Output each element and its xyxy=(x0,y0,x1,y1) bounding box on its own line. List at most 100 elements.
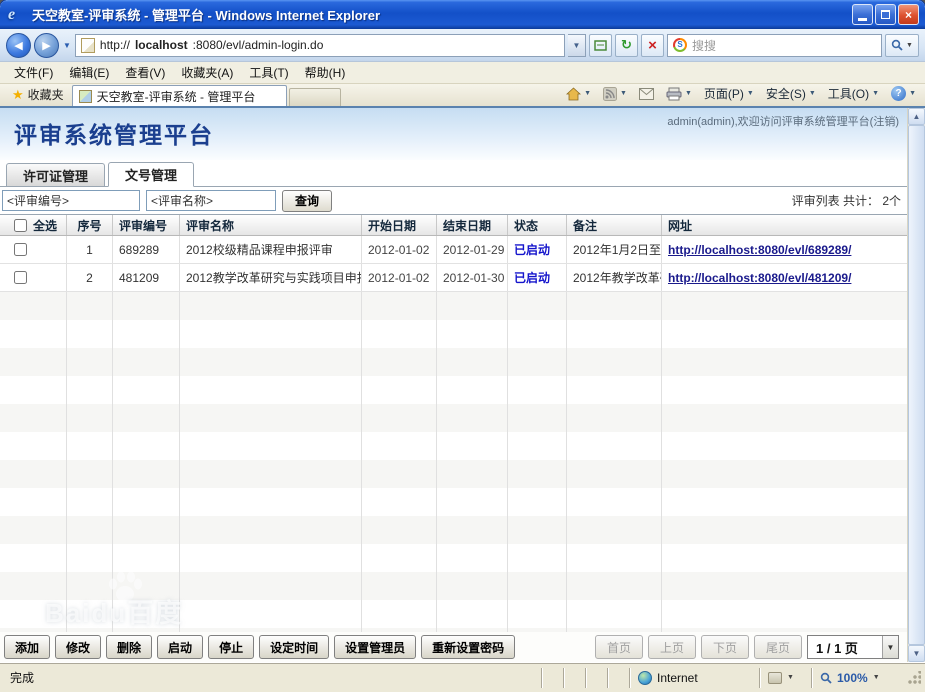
start-button[interactable]: 启动 xyxy=(157,635,203,659)
address-input[interactable]: http://localhost:8080/evl/admin-login.do xyxy=(75,34,565,57)
stop-button-action[interactable]: 停止 xyxy=(208,635,254,659)
empty-rows-area xyxy=(0,292,907,632)
feeds-button[interactable]: ▼ xyxy=(598,85,632,103)
history-dropdown-icon[interactable]: ▼ xyxy=(62,41,72,50)
back-button[interactable]: ◀ xyxy=(6,33,31,58)
search-input[interactable]: S 搜搜 xyxy=(667,34,882,57)
tab-license-management[interactable]: 许可证管理 xyxy=(6,163,105,186)
command-bar: ▼ ▼ ▼ 页面(P)▼ 安全(S)▼ 工具(O)▼ xyxy=(561,83,921,106)
cell-remark: 2012年教学改革研 xyxy=(567,264,662,291)
search-go-button[interactable]: ▼ xyxy=(885,34,919,57)
review-url-link[interactable]: http://localhost:8080/evl/481209/ xyxy=(668,271,851,285)
menu-tools[interactable]: 工具(T) xyxy=(241,62,296,83)
home-button[interactable]: ▼ xyxy=(561,85,596,103)
cell-remark: 2012年1月2日至: xyxy=(567,236,662,263)
header-end-date: 结束日期 xyxy=(437,215,508,235)
minimize-button[interactable] xyxy=(852,4,873,25)
page-content: 评审系统管理平台 admin(admin),欢迎访问评审系统管理平台(注销) 许… xyxy=(0,108,925,662)
window-title: 天空教室-评审系统 - 管理平台 - Windows Internet Expl… xyxy=(32,5,850,24)
address-dropdown-icon[interactable]: ▼ xyxy=(568,34,586,57)
prev-page-button[interactable]: 上页 xyxy=(648,635,696,659)
favorites-label: 收藏夹 xyxy=(28,86,64,103)
cell-code: 481209 xyxy=(113,264,180,291)
refresh-button[interactable]: ↻ xyxy=(615,34,638,57)
rss-icon xyxy=(603,87,617,101)
row-checkbox[interactable] xyxy=(14,243,27,256)
header-start-date: 开始日期 xyxy=(362,215,437,235)
filter-row: 查询 评审列表 共计： 2个 xyxy=(0,187,907,214)
close-button[interactable]: × xyxy=(898,4,919,25)
browser-tab[interactable]: 天空教室-评审系统 - 管理平台 xyxy=(72,85,287,106)
menu-view[interactable]: 查看(V) xyxy=(117,62,173,83)
review-name-input[interactable] xyxy=(146,190,276,211)
query-button[interactable]: 查询 xyxy=(282,190,332,212)
search-options-dropdown-icon[interactable]: ▼ xyxy=(906,42,913,49)
favorites-bar: ★ 收藏夹 天空教室-评审系统 - 管理平台 ▼ ▼ ▼ xyxy=(0,84,925,108)
soso-icon: S xyxy=(673,38,687,52)
select-all-checkbox[interactable] xyxy=(14,219,27,232)
menu-favorites[interactable]: 收藏夹(A) xyxy=(173,62,241,83)
browser-window: e 天空教室-评审系统 - 管理平台 - Windows Internet Ex… xyxy=(0,0,925,692)
header-url: 网址 xyxy=(662,215,894,235)
restore-button[interactable] xyxy=(875,4,896,25)
menu-help[interactable]: 帮助(H) xyxy=(297,62,354,83)
zone-label: Internet xyxy=(657,671,698,685)
forward-button[interactable]: ▶ xyxy=(34,33,59,58)
compatibility-view-button[interactable] xyxy=(589,34,612,57)
address-toolbar: ◀ ▶ ▼ http://localhost:8080/evl/admin-lo… xyxy=(0,29,925,62)
delete-button[interactable]: 删除 xyxy=(106,635,152,659)
stop-button[interactable]: × xyxy=(641,34,664,57)
review-code-input[interactable] xyxy=(2,190,140,211)
vertical-scrollbar[interactable]: ▲ ▼ xyxy=(907,108,925,662)
menu-edit[interactable]: 编辑(E) xyxy=(61,62,117,83)
safety-menu-button[interactable]: 安全(S)▼ xyxy=(761,83,821,104)
internet-globe-icon xyxy=(638,671,652,685)
tab-title: 天空教室-评审系统 - 管理平台 xyxy=(97,88,256,105)
tab-favicon xyxy=(79,90,92,103)
favorites-button[interactable]: ★ 收藏夹 xyxy=(4,83,72,106)
printer-icon xyxy=(666,87,682,101)
help-button[interactable]: ?▼ xyxy=(886,84,921,103)
reset-password-button[interactable]: 重新设置密码 xyxy=(421,635,515,659)
status-badge: 已启动 xyxy=(514,269,550,286)
new-tab-stub[interactable] xyxy=(289,88,341,106)
page-select-dropdown-icon: ▼ xyxy=(882,636,898,658)
protected-mode-cell[interactable]: ▼ xyxy=(759,668,811,688)
print-button[interactable]: ▼ xyxy=(661,85,697,103)
scrollbar-thumb[interactable] xyxy=(908,125,925,645)
table-row: 2 481209 2012教学改革研究与实践项目申报 2012-01-02 20… xyxy=(0,264,907,292)
header-name: 评审名称 xyxy=(180,215,362,235)
menu-bar: 文件(F) 编辑(E) 查看(V) 收藏夹(A) 工具(T) 帮助(H) xyxy=(0,62,925,84)
set-admin-button[interactable]: 设置管理员 xyxy=(334,635,416,659)
page-select[interactable]: 1 / 1 页 ▼ xyxy=(807,635,899,659)
zoom-control[interactable]: 100% ▼ xyxy=(811,668,903,688)
first-page-button[interactable]: 首页 xyxy=(595,635,643,659)
tools-menu-label: 工具(O) xyxy=(828,85,869,102)
scroll-up-icon[interactable]: ▲ xyxy=(908,108,925,125)
last-page-button[interactable]: 尾页 xyxy=(754,635,802,659)
app-header: 评审系统管理平台 admin(admin),欢迎访问评审系统管理平台(注销) xyxy=(0,108,907,160)
read-mail-button[interactable] xyxy=(634,86,659,102)
tab-document-management[interactable]: 文号管理 xyxy=(108,162,194,187)
mail-icon xyxy=(639,88,654,100)
resize-grip[interactable] xyxy=(907,671,921,685)
cell-seq: 2 xyxy=(67,264,113,291)
edit-button[interactable]: 修改 xyxy=(55,635,101,659)
add-button[interactable]: 添加 xyxy=(4,635,50,659)
help-icon: ? xyxy=(891,86,906,101)
row-checkbox[interactable] xyxy=(14,271,27,284)
table-row: 1 689289 2012校级精品课程申报评审 2012-01-02 2012-… xyxy=(0,236,907,264)
next-page-button[interactable]: 下页 xyxy=(701,635,749,659)
status-bar: 完成 Internet ▼ 100% ▼ xyxy=(0,662,925,692)
tools-menu-button[interactable]: 工具(O)▼ xyxy=(823,83,884,104)
menu-file[interactable]: 文件(F) xyxy=(6,62,61,83)
review-url-link[interactable]: http://localhost:8080/evl/689289/ xyxy=(668,243,851,257)
page-icon xyxy=(81,38,95,53)
page-menu-button[interactable]: 页面(P)▼ xyxy=(699,83,759,104)
user-info[interactable]: admin(admin),欢迎访问评审系统管理平台(注销) xyxy=(667,108,907,160)
set-time-button[interactable]: 设定时间 xyxy=(259,635,329,659)
scroll-down-icon[interactable]: ▼ xyxy=(908,645,925,662)
cell-start-date: 2012-01-02 xyxy=(362,264,437,291)
pagination: 首页 上页 下页 尾页 1 / 1 页 ▼ xyxy=(595,635,899,659)
cell-start-date: 2012-01-02 xyxy=(362,236,437,263)
